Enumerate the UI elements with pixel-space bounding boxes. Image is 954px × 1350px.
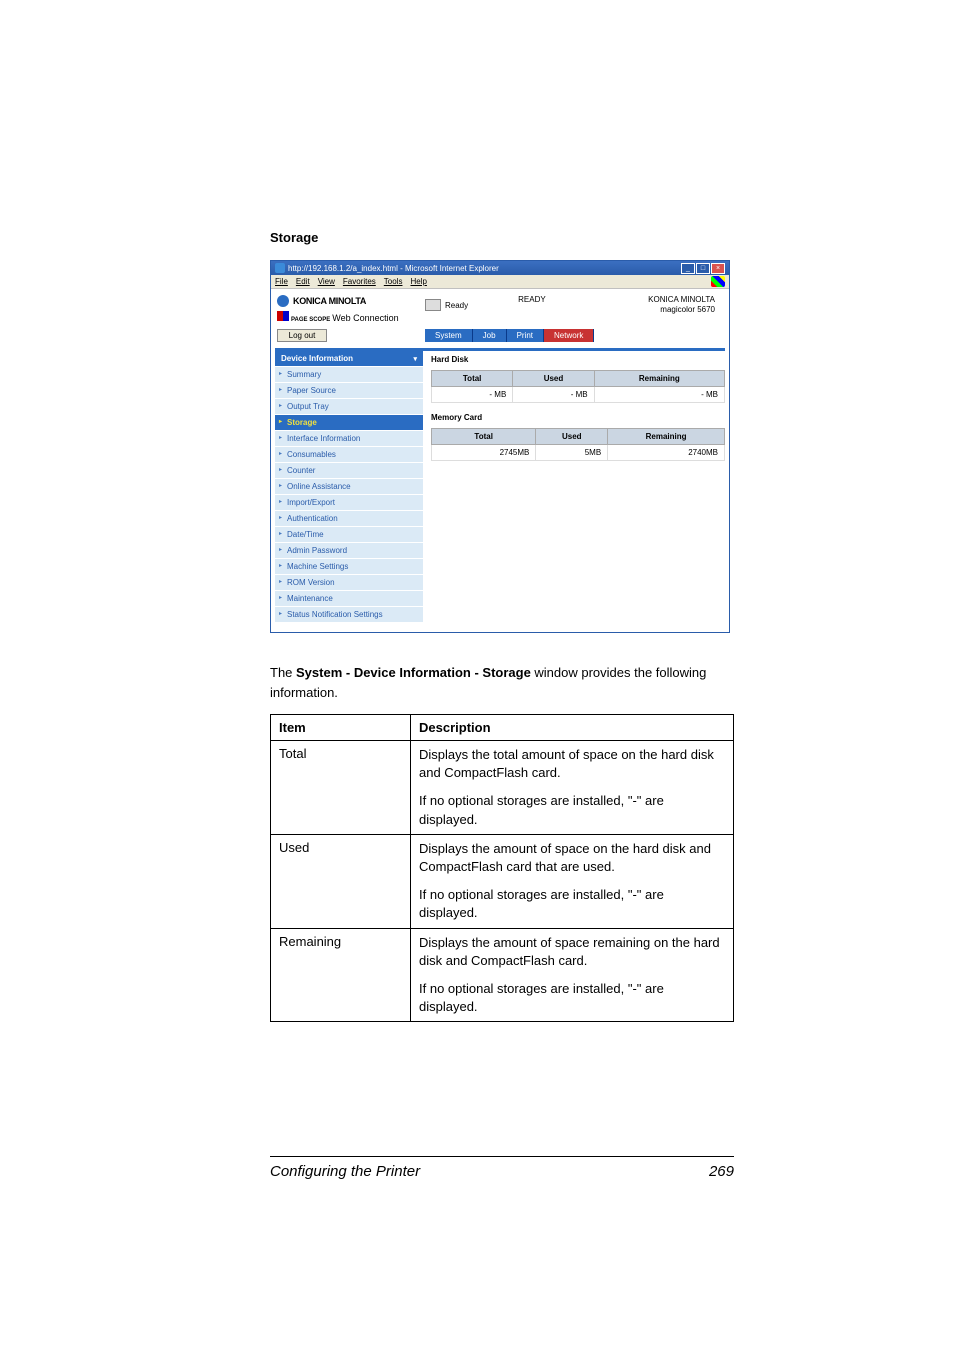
- brand: KONICA MINOLTA: [277, 295, 425, 307]
- header-description: Description: [411, 715, 734, 741]
- th-total: Total: [432, 371, 513, 387]
- sidebar-item[interactable]: Storage: [275, 414, 423, 430]
- titlebar: http://192.168.1.2/a_index.html - Micros…: [271, 261, 729, 275]
- brand-logo-icon: [277, 295, 289, 307]
- pagescope: PAGE SCOPE Web Connection: [277, 311, 425, 323]
- windows-logo-icon: [711, 276, 725, 287]
- sidebar-item[interactable]: Online Assistance: [275, 478, 423, 494]
- sidebar-header-label: Device Information: [281, 354, 353, 363]
- menu-tools[interactable]: Tools: [384, 277, 403, 286]
- sidebar-item[interactable]: Counter: [275, 462, 423, 478]
- sidebar-item[interactable]: Maintenance: [275, 590, 423, 606]
- pagescope-icon: [277, 311, 289, 321]
- sidebar-item[interactable]: Date/Time: [275, 526, 423, 542]
- tab-job[interactable]: Job: [473, 329, 507, 342]
- browser-window: http://192.168.1.2/a_index.html - Micros…: [270, 260, 730, 633]
- th-total-2: Total: [432, 429, 536, 445]
- mc-total: 2745MB: [432, 445, 536, 461]
- hard-disk-table: Total Used Remaining - MB - MB - MB: [431, 370, 725, 403]
- ie-icon: [275, 263, 285, 273]
- menu-edit[interactable]: Edit: [296, 277, 310, 286]
- sidebar-item[interactable]: Paper Source: [275, 382, 423, 398]
- menu-help[interactable]: Help: [410, 277, 426, 286]
- section-heading: Storage: [270, 230, 734, 245]
- memory-card-table: Total Used Remaining 2745MB 5MB 2740MB: [431, 428, 725, 461]
- hd-used: - MB: [513, 387, 594, 403]
- header-item: Item: [271, 715, 411, 741]
- pagescope-prefix: PAGE SCOPE: [291, 317, 330, 323]
- th-used: Used: [513, 371, 594, 387]
- menubar: File Edit View Favorites Tools Help: [271, 275, 729, 289]
- maximize-button[interactable]: □: [696, 263, 710, 274]
- footer-title: Configuring the Printer: [270, 1163, 420, 1180]
- logout-button[interactable]: Log out: [277, 329, 327, 342]
- table-row: Used Displays the amount of space on the…: [271, 834, 734, 928]
- sidebar-item[interactable]: Interface Information: [275, 430, 423, 446]
- content-panel: Hard Disk Total Used Remaining - MB - MB…: [423, 351, 725, 622]
- sidebar-item[interactable]: Status Notification Settings: [275, 606, 423, 622]
- sidebar-item[interactable]: Admin Password: [275, 542, 423, 558]
- window-title: http://192.168.1.2/a_index.html - Micros…: [288, 264, 499, 273]
- intro-bold: System - Device Information - Storage: [296, 665, 531, 680]
- th-used-2: Used: [536, 429, 608, 445]
- mc-used: 5MB: [536, 445, 608, 461]
- cell-item: Total: [271, 741, 411, 835]
- printer-icon: [425, 299, 441, 311]
- sidebar-item[interactable]: Authentication: [275, 510, 423, 526]
- desc-p2: If no optional storages are installed, "…: [419, 886, 725, 922]
- desc-p2: If no optional storages are installed, "…: [419, 980, 725, 1016]
- tab-network[interactable]: Network: [544, 329, 594, 342]
- sidebar-item[interactable]: Output Tray: [275, 398, 423, 414]
- table-row: Total Displays the total amount of space…: [271, 741, 734, 835]
- table-row: Remaining Displays the amount of space r…: [271, 928, 734, 1022]
- cell-item: Remaining: [271, 928, 411, 1022]
- sidebar-item[interactable]: ROM Version: [275, 574, 423, 590]
- sidebar-header[interactable]: Device Information ▾: [275, 351, 423, 366]
- cell-desc: Displays the amount of space on the hard…: [411, 834, 734, 928]
- sidebar-item[interactable]: Machine Settings: [275, 558, 423, 574]
- device-brand: KONICA MINOLTA: [576, 295, 715, 305]
- sidebar-item[interactable]: Summary: [275, 366, 423, 382]
- sidebar-item[interactable]: Import/Export: [275, 494, 423, 510]
- info-table: Item Description Total Displays the tota…: [270, 714, 734, 1022]
- th-remaining-2: Remaining: [608, 429, 725, 445]
- sidebar: Device Information ▾ SummaryPaper Source…: [275, 351, 423, 622]
- cell-desc: Displays the amount of space remaining o…: [411, 928, 734, 1022]
- memory-card-heading: Memory Card: [431, 413, 725, 422]
- pagescope-text: Web Connection: [332, 313, 398, 323]
- hard-disk-heading: Hard Disk: [431, 355, 725, 364]
- minimize-button[interactable]: _: [681, 263, 695, 274]
- brand-text: KONICA MINOLTA: [293, 296, 366, 306]
- hd-total: - MB: [432, 387, 513, 403]
- menu-view[interactable]: View: [318, 277, 335, 286]
- device-model: magicolor 5670: [576, 305, 715, 315]
- th-remaining: Remaining: [594, 371, 724, 387]
- tab-print[interactable]: Print: [507, 329, 544, 342]
- desc-p1: Displays the amount of space remaining o…: [419, 934, 725, 970]
- page-number: 269: [709, 1163, 734, 1180]
- sidebar-item[interactable]: Consumables: [275, 446, 423, 462]
- hd-remaining: - MB: [594, 387, 724, 403]
- status-short: Ready: [445, 301, 468, 310]
- close-button[interactable]: ×: [711, 263, 725, 274]
- cell-desc: Displays the total amount of space on th…: [411, 741, 734, 835]
- intro-prefix: The: [270, 665, 296, 680]
- menu-favorites[interactable]: Favorites: [343, 277, 376, 286]
- desc-p2: If no optional storages are installed, "…: [419, 792, 725, 828]
- cell-item: Used: [271, 834, 411, 928]
- desc-p1: Displays the total amount of space on th…: [419, 746, 725, 782]
- desc-p1: Displays the amount of space on the hard…: [419, 840, 725, 876]
- status-ready: READY: [518, 295, 546, 316]
- tab-system[interactable]: System: [425, 329, 473, 342]
- menu-file[interactable]: File: [275, 277, 288, 286]
- page-footer: Configuring the Printer 269: [270, 1156, 734, 1180]
- chevron-down-icon: ▾: [413, 355, 417, 363]
- mc-remaining: 2740MB: [608, 445, 725, 461]
- intro-paragraph: The System - Device Information - Storag…: [270, 663, 734, 702]
